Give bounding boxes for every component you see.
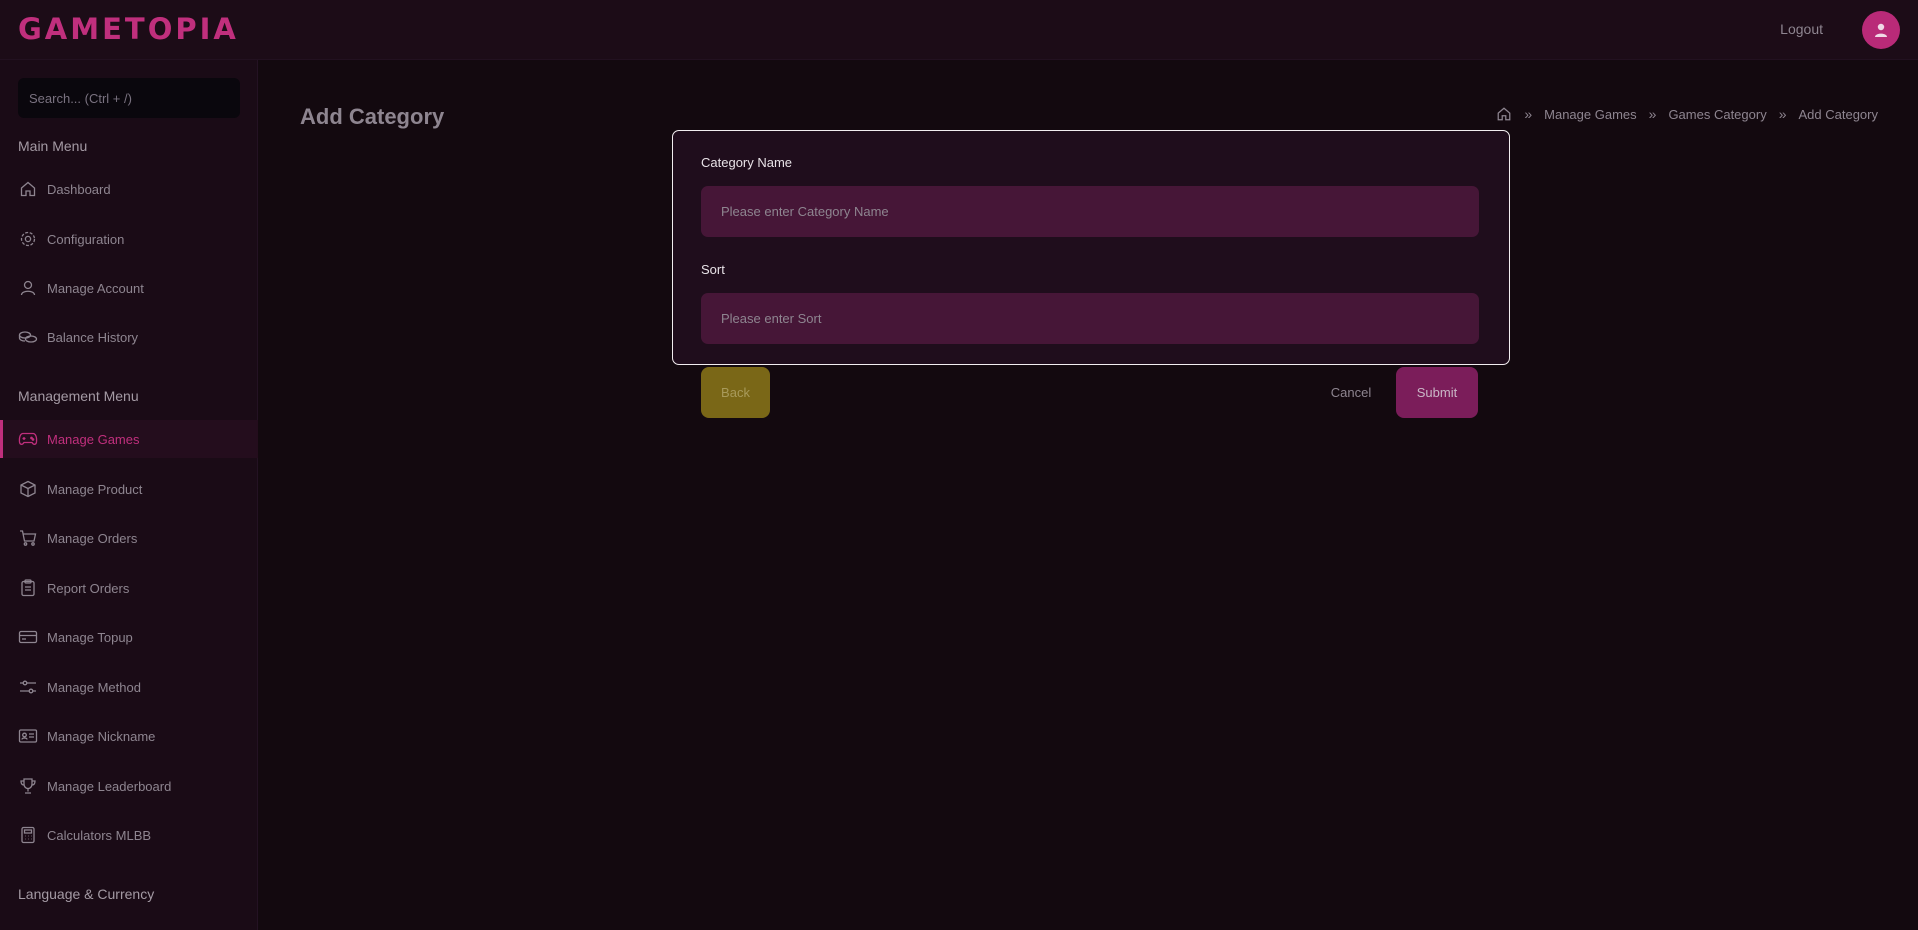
app-logo[interactable]: GAMETOPIA bbox=[18, 12, 239, 46]
search-input[interactable] bbox=[18, 78, 240, 118]
sidebar-item-label: Manage Account bbox=[47, 280, 144, 296]
management-menu-title: Management Menu bbox=[18, 388, 139, 404]
sidebar-item-label: Configuration bbox=[47, 231, 125, 247]
clipboard-icon bbox=[18, 578, 38, 598]
category-form-card: Category Name Sort bbox=[672, 130, 1510, 365]
sidebar-item-configuration[interactable]: Configuration bbox=[0, 220, 258, 258]
chevrons-right-icon: » bbox=[1524, 106, 1533, 122]
home-icon bbox=[18, 179, 38, 199]
sidebar-item-manage-orders[interactable]: Manage Orders bbox=[0, 519, 258, 557]
back-button[interactable]: Back bbox=[701, 367, 770, 418]
sliders-icon bbox=[18, 677, 38, 697]
sidebar-item-manage-product[interactable]: Manage Product bbox=[0, 470, 258, 508]
sidebar-item-label: Manage Product bbox=[47, 481, 143, 497]
wallet-icon bbox=[18, 627, 38, 647]
sort-input[interactable] bbox=[701, 293, 1479, 344]
submit-button[interactable]: Submit bbox=[1396, 367, 1478, 418]
page-title: Add Category bbox=[300, 104, 445, 129]
user-icon bbox=[1875, 23, 1887, 37]
sidebar-item-label: Calculators MLBB bbox=[47, 827, 152, 843]
main-menu-title: Main Menu bbox=[18, 138, 88, 154]
cancel-button[interactable]: Cancel bbox=[1318, 367, 1384, 418]
sidebar-item-dashboard[interactable]: Dashboard bbox=[0, 170, 258, 208]
cart-icon bbox=[18, 528, 38, 548]
sidebar-item-label: Manage Orders bbox=[47, 530, 138, 546]
top-bar: GAMETOPIA Logout bbox=[0, 0, 1918, 60]
gear-icon bbox=[18, 229, 38, 249]
id-card-icon bbox=[18, 726, 38, 746]
sidebar-item-manage-leaderboard[interactable]: Manage Leaderboard bbox=[0, 767, 258, 805]
sidebar-item-label: Balance History bbox=[47, 329, 139, 345]
avatar[interactable] bbox=[1862, 11, 1900, 49]
breadcrumb-item[interactable]: Manage Games bbox=[1544, 107, 1637, 122]
logout-link[interactable]: Logout bbox=[1780, 21, 1823, 37]
sidebar-item-manage-account[interactable]: Manage Account bbox=[0, 269, 258, 307]
coins-icon bbox=[18, 327, 38, 347]
sidebar-item-manage-nickname[interactable]: Manage Nickname bbox=[0, 717, 258, 755]
sidebar-item-report-orders[interactable]: Report Orders bbox=[0, 569, 258, 607]
breadcrumb: » Manage Games » Games Category » Add Ca… bbox=[1496, 106, 1878, 122]
sidebar-item-label: Report Orders bbox=[47, 580, 130, 596]
language-currency-title: Language & Currency bbox=[18, 886, 155, 902]
sidebar-item-manage-method[interactable]: Manage Method bbox=[0, 668, 258, 706]
sidebar-item-balance-history[interactable]: Balance History bbox=[0, 318, 258, 356]
category-name-input[interactable] bbox=[701, 186, 1479, 237]
sidebar-item-label: Manage Method bbox=[47, 679, 141, 695]
breadcrumb-item[interactable]: Games Category bbox=[1668, 107, 1766, 122]
sidebar-item-label: Manage Topup bbox=[47, 629, 133, 645]
gamepad-icon bbox=[18, 429, 38, 449]
sort-label: Sort bbox=[701, 262, 725, 277]
trophy-icon bbox=[18, 776, 38, 796]
sidebar-item-label: Manage Games bbox=[47, 431, 140, 447]
user-icon bbox=[18, 278, 38, 298]
calculator-icon bbox=[18, 825, 38, 845]
chevrons-right-icon: » bbox=[1648, 106, 1657, 122]
category-name-label: Category Name bbox=[701, 155, 793, 170]
sidebar-item-calculators-mlbb[interactable]: Calculators MLBB bbox=[0, 816, 258, 854]
sidebar-item-label: Manage Nickname bbox=[47, 728, 156, 744]
chevrons-right-icon: » bbox=[1778, 106, 1787, 122]
sidebar-item-label: Dashboard bbox=[47, 181, 111, 197]
breadcrumb-item: Add Category bbox=[1798, 106, 1879, 122]
sidebar-item-manage-topup[interactable]: Manage Topup bbox=[0, 618, 258, 656]
sidebar-item-label: Manage Leaderboard bbox=[47, 778, 172, 794]
home-icon[interactable] bbox=[1496, 106, 1512, 122]
sidebar-item-manage-games[interactable]: Manage Games bbox=[0, 420, 258, 458]
box-icon bbox=[18, 479, 38, 499]
sidebar: Main Menu Dashboard Configuration Manage… bbox=[0, 60, 258, 930]
